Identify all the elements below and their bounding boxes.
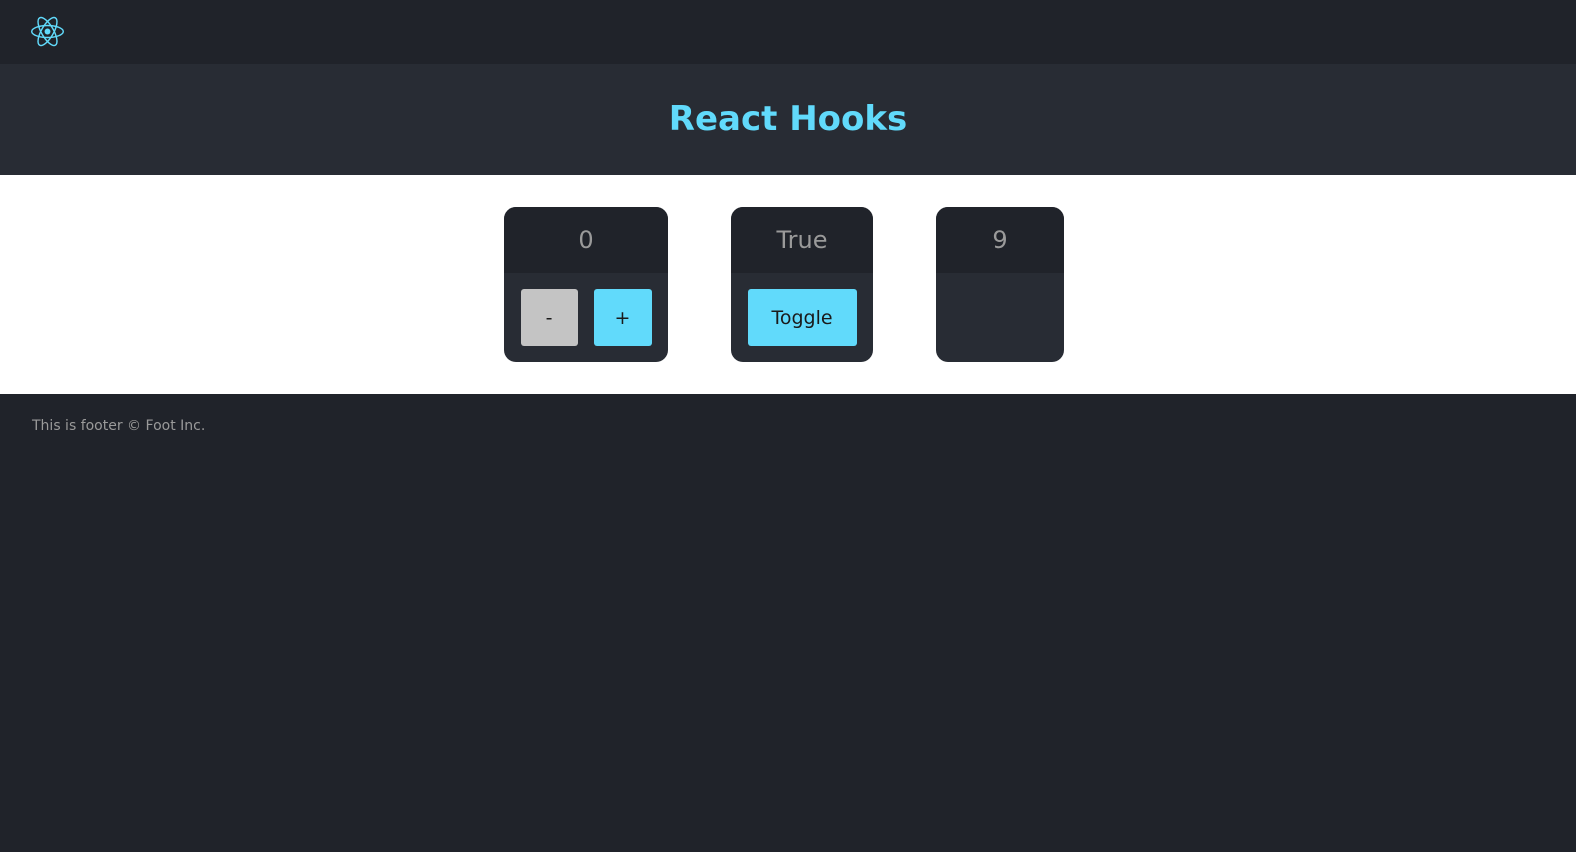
react-atom-icon[interactable] — [31, 15, 64, 48]
page-header: React Hooks — [0, 64, 1576, 175]
increment-button[interactable]: + — [593, 289, 652, 346]
number-card: 9 — [936, 207, 1064, 362]
top-navbar — [0, 0, 1576, 64]
toggle-button[interactable]: Toggle — [747, 289, 857, 346]
number-value: 9 — [936, 207, 1064, 273]
page-title: React Hooks — [668, 98, 908, 139]
number-controls — [936, 273, 1064, 362]
toggle-controls: Toggle — [731, 273, 873, 362]
footer-text: This is footer © Foot Inc. — [32, 418, 206, 434]
counter-card: 0 - + — [504, 207, 668, 362]
counter-controls: - + — [504, 273, 668, 362]
footer: This is footer © Foot Inc. — [0, 394, 1576, 852]
main-content: 0 - + True Toggle 9 — [0, 175, 1576, 394]
toggle-value: True — [731, 207, 873, 273]
counter-value: 0 — [504, 207, 668, 273]
decrement-button[interactable]: - — [520, 289, 578, 346]
toggle-card: True Toggle — [731, 207, 873, 362]
